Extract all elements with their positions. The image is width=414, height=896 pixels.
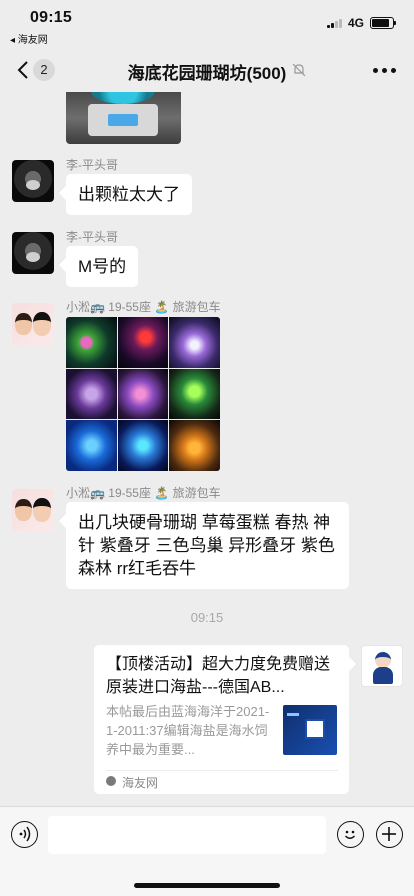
signal-icon [326, 18, 342, 28]
network-type: 4G [347, 16, 364, 30]
avatar[interactable] [361, 645, 403, 687]
chat-title[interactable]: 海底花园珊瑚坊(500) [100, 59, 314, 84]
image-message[interactable] [66, 92, 181, 144]
sender-name: 李-平头哥 [66, 158, 118, 172]
emoji-button[interactable] [337, 821, 364, 848]
coral-photo[interactable] [117, 317, 169, 368]
time-divider: 09:15 [190, 610, 224, 625]
coral-photo-grid[interactable] [66, 317, 220, 471]
coral-photo[interactable] [117, 420, 169, 471]
avatar[interactable] [12, 489, 54, 531]
plus-icon [382, 827, 396, 841]
message-list[interactable]: 李-平头哥 出颗粒太大了 李-平头哥 M号的 小淞🚌 19-55座 🏝️ 旅游包… [0, 92, 414, 806]
message-bubble[interactable]: M号的 [66, 246, 139, 287]
shared-link-card[interactable]: 【顶楼活动】超大力度免费赠送原装进口海盐---德国AB... 本帖最后由蓝海海洋… [94, 645, 349, 794]
input-bar [0, 806, 414, 896]
battery-icon [370, 17, 396, 29]
sender-name: 小淞🚌 19-55座 🏝️ 旅游包车 [66, 300, 221, 314]
message-input[interactable] [48, 816, 326, 854]
link-description: 本帖最后由蓝海海洋于2021-1-2011:37编辑海盐是海水饲养中最为重要..… [106, 704, 270, 757]
coral-photo[interactable] [169, 420, 220, 471]
photo-scale-display [108, 114, 138, 126]
sender-name: 李-平头哥 [66, 230, 118, 244]
message-bubble[interactable]: 出几块硬骨珊瑚 草莓蛋糕 春热 神针 紫叠牙 三色鸟巢 异形叠牙 紫色森林 rr… [66, 502, 349, 589]
more-actions-button[interactable] [376, 821, 403, 848]
coral-photo[interactable] [66, 420, 117, 471]
coral-photo[interactable] [66, 317, 117, 368]
link-thumbnail [283, 705, 337, 755]
status-bar: 09:15 ◂ 海友网 4G [0, 0, 414, 46]
status-time: 09:15 [30, 9, 72, 26]
smiley-icon [344, 830, 356, 839]
coral-photo[interactable] [169, 317, 220, 368]
mute-bell-icon [292, 63, 306, 77]
sender-name: 小淞🚌 19-55座 🏝️ 旅游包车 [66, 486, 221, 500]
coral-photo[interactable] [117, 368, 169, 420]
status-indicators: 4G [326, 16, 396, 30]
avatar[interactable] [12, 160, 54, 202]
avatar[interactable] [12, 232, 54, 274]
more-options-icon[interactable] [373, 68, 396, 73]
avatar[interactable] [12, 303, 54, 345]
back-to-app-link[interactable]: ◂ 海友网 [10, 31, 48, 46]
message-bubble[interactable]: 出颗粒太大了 [66, 174, 192, 215]
coral-photo[interactable] [169, 368, 220, 420]
link-source: 海友网 [122, 776, 159, 790]
coral-photo[interactable] [66, 368, 117, 420]
divider [106, 770, 338, 771]
voice-icon [19, 826, 31, 842]
chat-header: 2 海底花园珊瑚坊(500) [0, 48, 414, 92]
unread-count-badge[interactable]: 2 [33, 59, 55, 81]
link-title: 【顶楼活动】超大力度免费赠送原装进口海盐---德国AB... [106, 656, 331, 696]
photo-bowl [91, 92, 155, 104]
home-indicator[interactable] [134, 883, 280, 888]
battery-level [372, 19, 389, 27]
voice-input-button[interactable] [11, 821, 38, 848]
source-logo-icon [106, 776, 116, 786]
